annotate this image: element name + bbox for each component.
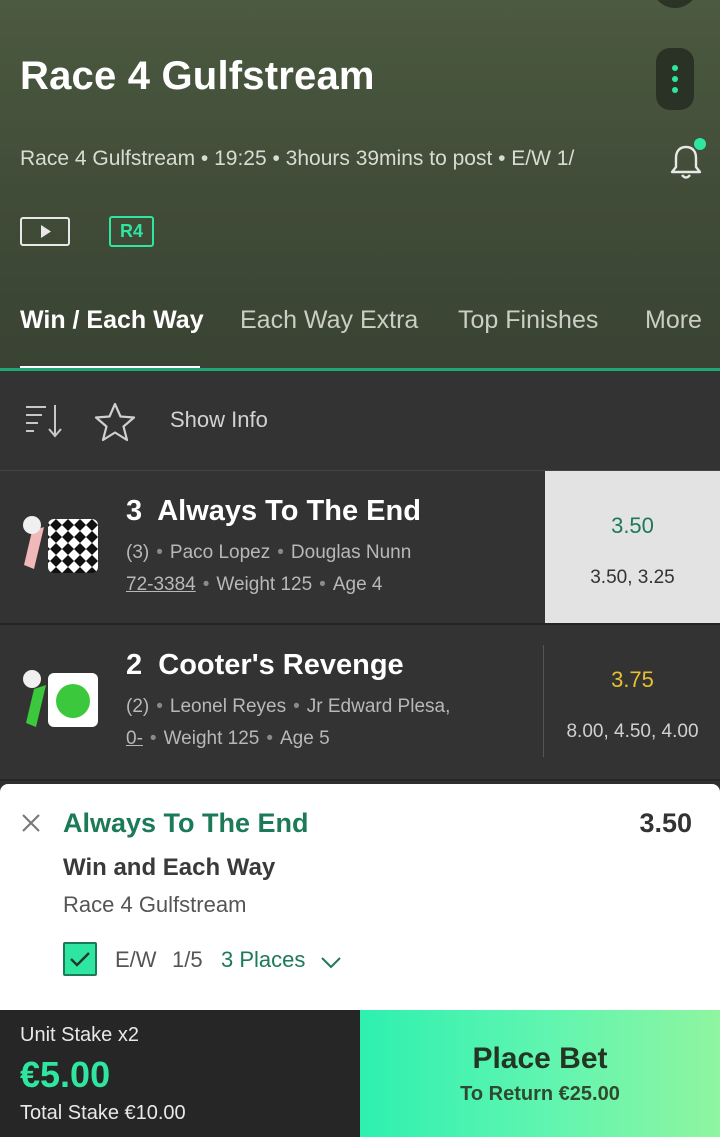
play-icon[interactable] [20,217,70,246]
odds-divider [543,645,544,757]
stake-summary[interactable]: Unit Stake x2 €5.00 Total Stake €10.00 [0,1010,360,1137]
runner-form-link[interactable]: 72-3384 [126,574,196,595]
race-header: Race 4 Gulfstream Race 4 Gulfstream • 19… [0,0,720,371]
runner-details: 0- • Weight 125 • Age 5 [126,728,330,749]
runner-title: 2 Cooter's Revenge [126,649,404,682]
runner-trainer: Douglas Nunn [290,542,412,563]
stake-amount[interactable]: €5.00 [20,1054,110,1096]
show-info-toggle[interactable]: Show Info [170,407,268,433]
header-floating-button[interactable] [652,0,698,8]
betslip-panel: Always To The End 3.50 Win and Each Way … [0,784,720,1010]
checkmark-icon [70,952,90,967]
runner-connections: (3) • Paco Lopez • Douglas Nunn [126,542,412,563]
runner-draw: (2) [126,696,150,717]
runners-toolbar: Show Info [0,371,720,471]
race-meta-info: Race 4 Gulfstream • 19:25 • 3hours 39min… [20,147,575,170]
runner-name: Always To The End [157,495,421,527]
jockey-silks-icon [20,513,100,579]
tab-more[interactable]: More [645,306,702,335]
total-stake: Total Stake €10.00 [20,1102,186,1124]
tab-top-finishes[interactable]: Top Finishes [458,306,598,335]
bell-icon[interactable] [668,138,706,182]
race-badge[interactable]: R4 [109,216,154,247]
runner-number: 2 [126,649,143,681]
runner-title: 3 Always To The End [126,495,421,528]
runner-form-link[interactable]: 0- [126,728,143,749]
runner-connections: (2) • Leonel Reyes • Jr Edward Plesa, [126,696,451,717]
each-way-checkbox[interactable] [63,942,97,976]
runner-trainer: Jr Edward Plesa, [306,696,451,717]
betslip-selection: Always To The End [63,808,309,838]
runner-row[interactable]: 3 Always To The End (3) • Paco Lopez • Dougl… [0,471,720,625]
close-icon[interactable] [20,812,42,834]
runner-row[interactable]: 2 Cooter's Revenge (2) • Leonel Reyes • Jr E… [0,625,720,781]
betslip-odds: 3.50 [639,808,692,838]
runner-draw: (3) [126,542,150,563]
more-vertical-icon[interactable] [656,48,694,110]
runner-age: Age 5 [280,728,330,749]
page-title: Race 4 Gulfstream [20,54,375,98]
odds-history: 8.00, 4.50, 4.00 [566,721,699,742]
betslip-market: Win and Each Way [63,854,276,881]
runner-jockey: Paco Lopez [169,542,271,563]
sort-icon[interactable] [24,403,64,439]
runner-weight: Weight 125 [216,574,313,595]
betslip-event: Race 4 Gulfstream [63,892,247,917]
runner-number: 3 [126,495,143,527]
odds-history: 3.50, 3.25 [590,567,675,588]
chevron-down-icon[interactable] [320,954,342,970]
each-way-label: E/W [115,947,157,972]
place-bet-button[interactable]: Place Bet To Return €25.00 [360,1010,720,1137]
to-return-amount: To Return €25.00 [460,1083,620,1105]
market-tabs: Win / Each Way Each Way Extra Top Finish… [0,300,720,370]
runner-name: Cooter's Revenge [158,649,404,681]
odds-button[interactable]: 3.75 8.00, 4.50, 4.00 [545,625,720,777]
place-bet-label: Place Bet [472,1042,608,1075]
notification-dot [694,138,706,150]
star-icon[interactable] [93,401,137,443]
runner-age: Age 4 [332,574,383,595]
odds-price: 3.75 [611,667,654,692]
odds-price: 3.50 [611,513,654,538]
runner-details: 72-3384 • Weight 125 • Age 4 [126,574,383,595]
places-dropdown[interactable]: 3 Places [221,947,305,973]
tab-win-each-way[interactable]: Win / Each Way [20,306,204,335]
runner-weight: Weight 125 [163,728,260,749]
unit-stake-label: Unit Stake x2 [20,1024,139,1046]
jockey-silks-icon [20,667,100,733]
runner-jockey: Leonel Reyes [169,696,287,717]
each-way-terms: 1/5 [172,947,203,972]
odds-button-selected[interactable]: 3.50 3.50, 3.25 [545,471,720,623]
tab-each-way-extra[interactable]: Each Way Extra [240,306,418,335]
